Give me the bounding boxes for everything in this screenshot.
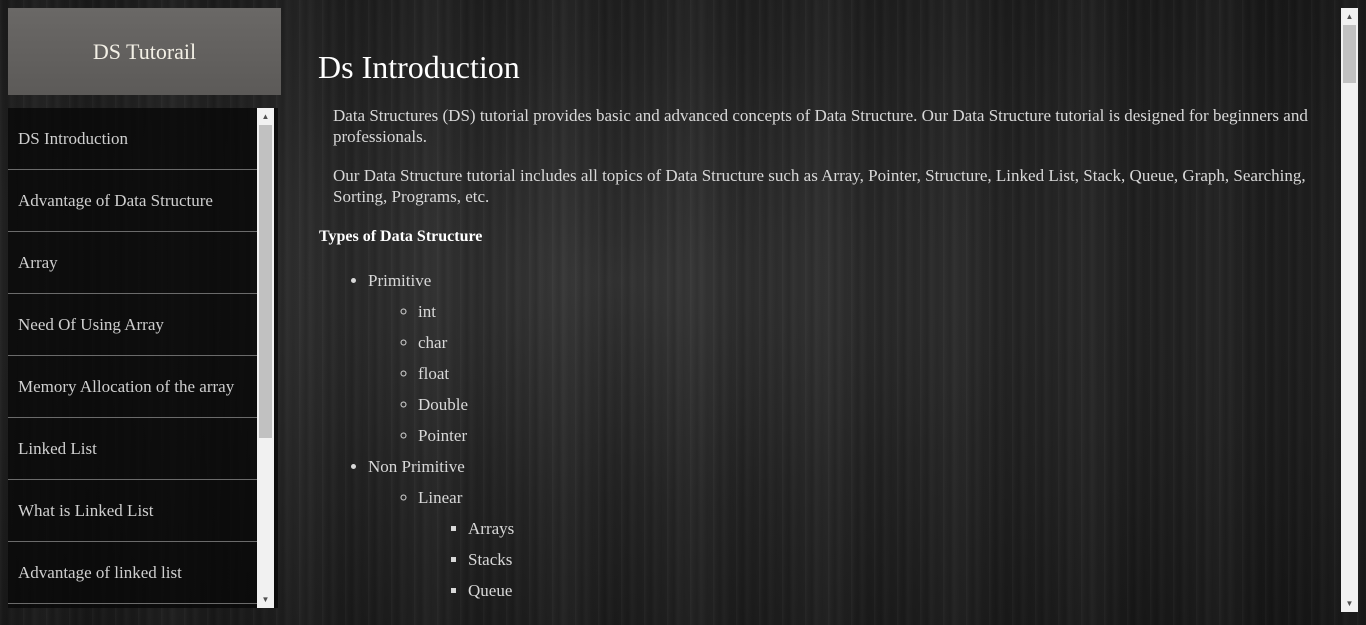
sidebar-item-label: Advantage of linked list — [18, 562, 182, 582]
list-item: Queue — [468, 575, 1338, 606]
sidebar-item-label: Need Of Using Array — [18, 314, 164, 334]
list-item-label: Primitive — [368, 271, 432, 290]
scroll-up-arrow-icon[interactable]: ▲ — [1341, 8, 1358, 25]
page-scroll-thumb[interactable] — [1343, 25, 1356, 83]
list-item-linear: Linear Arrays Stacks Queue — [418, 482, 1338, 606]
sidebar-item-label: DS Introduction — [18, 128, 129, 148]
non-primitive-sub-list: Linear Arrays Stacks Queue — [368, 482, 1338, 606]
list-item: char — [418, 327, 1338, 358]
brand-title: DS Tutorail — [92, 38, 197, 64]
sidebar-item-label: What is Linked List — [18, 500, 154, 520]
sidebar-item-what-is-linked-list[interactable]: What is Linked List — [8, 480, 257, 542]
sidebar-list: DS Introduction Advantage of Data Struct… — [8, 108, 257, 604]
list-item-label: Non Primitive — [368, 457, 465, 476]
topics-paragraph: Our Data Structure tutorial includes all… — [333, 166, 1306, 206]
primitive-sub-list: int char float Double Pointer — [368, 296, 1338, 451]
sidebar-item-advantage-of-linked-list[interactable]: Advantage of linked list — [8, 542, 257, 604]
list-item-primitive: Primitive int char float Double Pointer — [368, 265, 1338, 451]
page-title: Ds Introduction — [318, 49, 520, 85]
page-scrollbar[interactable]: ▲ ▼ — [1341, 8, 1358, 612]
brand-header: DS Tutorail — [8, 8, 281, 95]
sidebar-item-array[interactable]: Array — [8, 232, 257, 294]
list-item-label: Linear — [418, 488, 463, 507]
sidebar-item-label: Memory Allocation of the array — [18, 376, 235, 396]
sidebar-item-memory-allocation[interactable]: Memory Allocation of the array — [8, 356, 257, 418]
linear-sub-list: Arrays Stacks Queue — [418, 513, 1338, 606]
main-content: Ds Introduction Data Structures (DS) tut… — [318, 40, 1338, 606]
list-item: Arrays — [468, 513, 1338, 544]
sidebar-scrollbar[interactable]: ▲ ▼ — [257, 108, 274, 608]
sidebar-item-label: Linked List — [18, 438, 97, 458]
scroll-up-arrow-icon[interactable]: ▲ — [257, 108, 274, 125]
intro-paragraph: Data Structures (DS) tutorial provides b… — [333, 106, 1308, 146]
list-item: int — [418, 296, 1338, 327]
scroll-down-arrow-icon[interactable]: ▼ — [257, 591, 274, 608]
sidebar-item-ds-introduction[interactable]: DS Introduction — [8, 108, 257, 170]
list-item: Double — [418, 389, 1338, 420]
types-list: Primitive int char float Double Pointer … — [318, 265, 1338, 606]
list-item-non-primitive: Non Primitive Linear Arrays Stacks Queue — [368, 451, 1338, 606]
section-title: Types of Data Structure — [319, 228, 483, 245]
scroll-down-arrow-icon[interactable]: ▼ — [1341, 595, 1358, 612]
list-item: Stacks — [468, 544, 1338, 575]
sidebar-item-label: Array — [18, 252, 58, 272]
list-item: Pointer — [418, 420, 1338, 451]
types-top-list: Primitive int char float Double Pointer … — [368, 265, 1338, 606]
sidebar-scroll-thumb[interactable] — [259, 125, 272, 438]
sidebar-item-linked-list[interactable]: Linked List — [8, 418, 257, 480]
sidebar-item-label: Advantage of Data Structure — [18, 190, 213, 210]
sidebar-item-need-of-using-array[interactable]: Need Of Using Array — [8, 294, 257, 356]
list-item: float — [418, 358, 1338, 389]
sidebar-nav: DS Introduction Advantage of Data Struct… — [8, 108, 278, 608]
sidebar-item-advantage-of-data-structure[interactable]: Advantage of Data Structure — [8, 170, 257, 232]
